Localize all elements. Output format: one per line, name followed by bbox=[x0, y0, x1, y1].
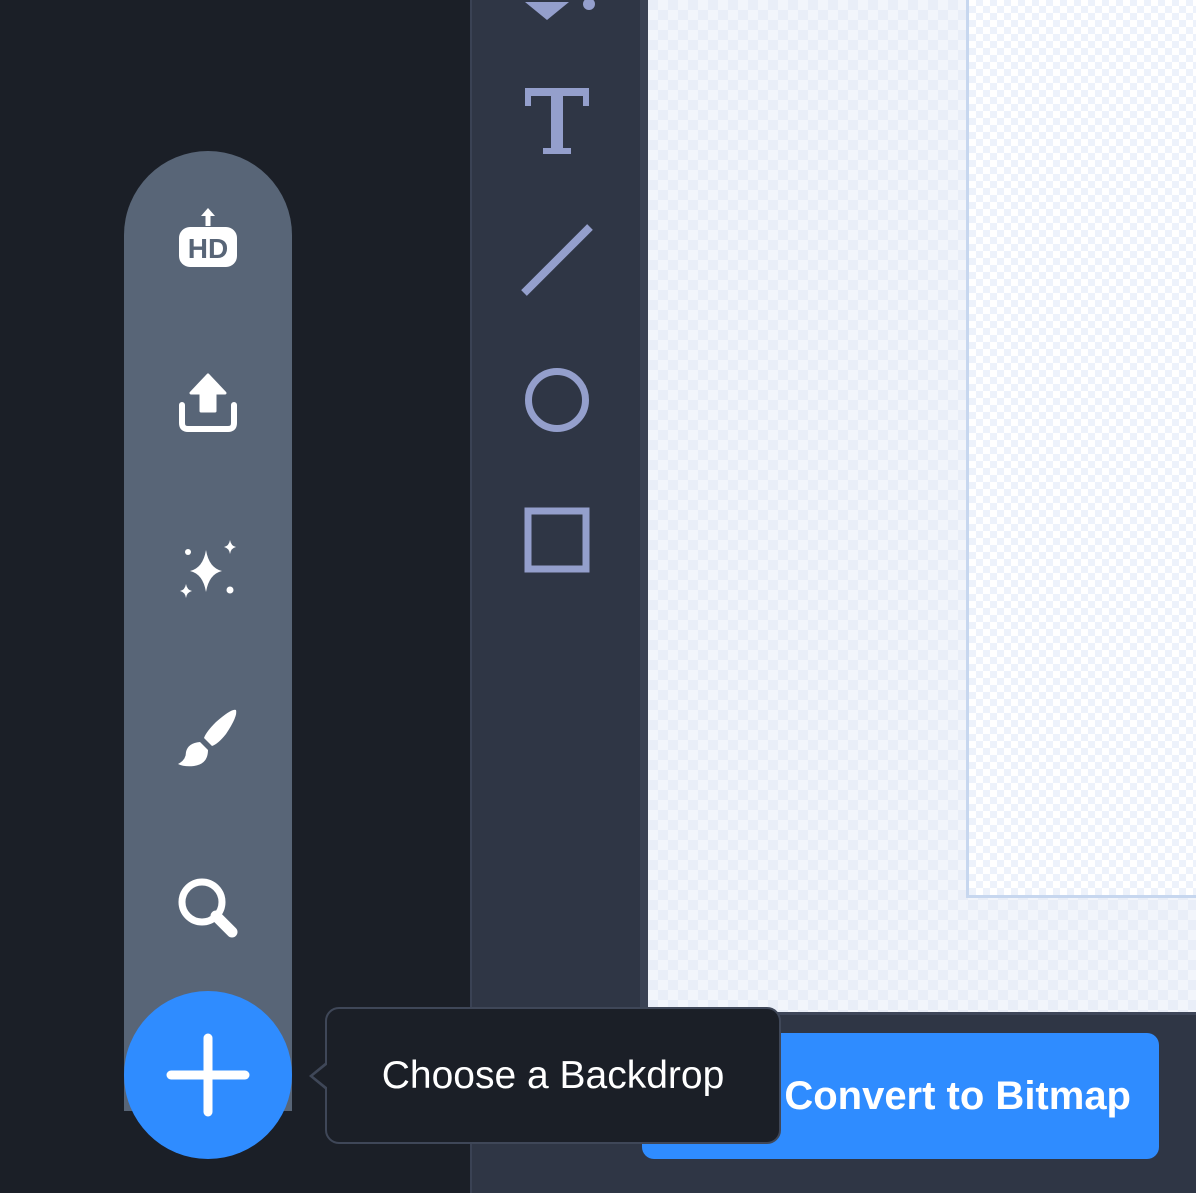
rectangle-tool[interactable] bbox=[517, 500, 597, 580]
choose-backdrop-fab[interactable] bbox=[124, 991, 292, 1159]
plus-icon bbox=[166, 1033, 250, 1117]
upload-hd-backdrop-button[interactable]: HD bbox=[124, 178, 292, 298]
svg-text:HD: HD bbox=[188, 233, 228, 264]
upload-backdrop-button[interactable] bbox=[124, 342, 292, 462]
text-tool[interactable] bbox=[517, 80, 597, 160]
choose-backdrop-tooltip: Choose a Backdrop bbox=[325, 1007, 781, 1144]
tooltip-text: Choose a Backdrop bbox=[381, 1053, 725, 1097]
upload-icon bbox=[179, 373, 237, 432]
rectangle-icon bbox=[524, 507, 590, 573]
fill-icon bbox=[525, 0, 595, 20]
text-icon bbox=[525, 88, 589, 154]
circle-icon bbox=[525, 368, 589, 432]
fill-tool[interactable] bbox=[517, 0, 597, 32]
search-icon bbox=[178, 878, 238, 938]
tool-column-divider bbox=[640, 0, 648, 1014]
paint-backdrop-button[interactable] bbox=[124, 680, 292, 800]
paint-editor: Convert to Bitmap HD Choose a Backdrop bbox=[0, 0, 1196, 1193]
tooltip-arrow bbox=[313, 1064, 328, 1088]
choose-backdrop-button[interactable] bbox=[124, 848, 292, 968]
surprise-backdrop-button[interactable] bbox=[124, 510, 292, 630]
convert-to-bitmap-label: Convert to Bitmap bbox=[784, 1073, 1131, 1118]
line-icon bbox=[521, 224, 593, 296]
canvas-bounds bbox=[966, 0, 1196, 898]
hd-upload-icon: HD bbox=[179, 208, 237, 267]
line-tool[interactable] bbox=[517, 220, 597, 300]
circle-tool[interactable] bbox=[517, 360, 597, 440]
paint-brush-icon bbox=[178, 709, 237, 767]
sparkles-icon bbox=[180, 540, 236, 598]
